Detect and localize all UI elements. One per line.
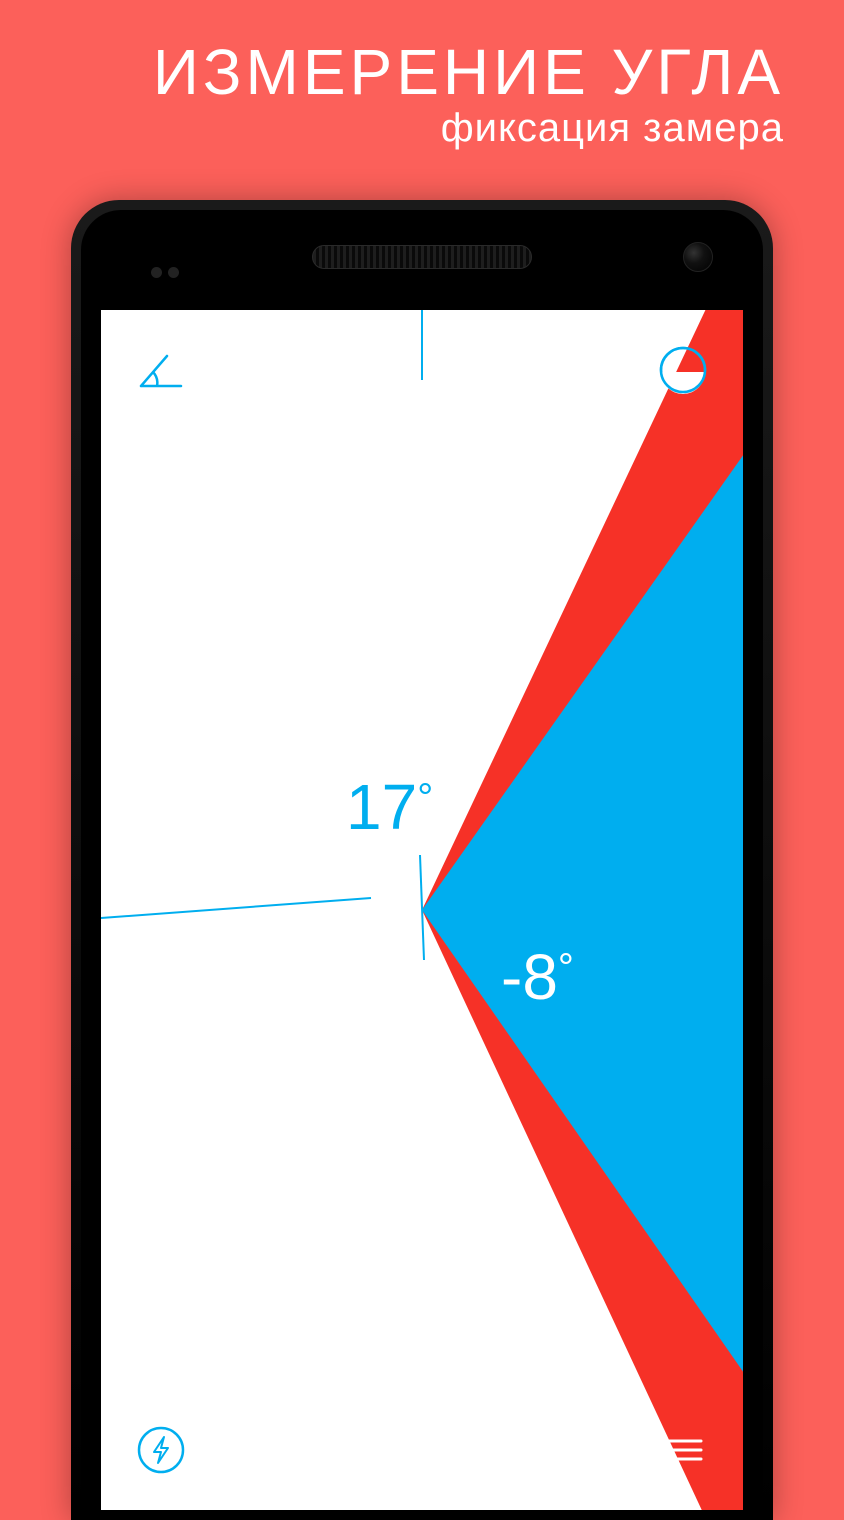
degree-symbol: ° [558,946,574,990]
level-visualization [101,310,743,1510]
bubble-level-icon [658,345,708,395]
secondary-angle-value: -8° [501,940,574,1014]
promo-subtitle: фиксация замера [0,106,784,151]
primary-angle-number: 17 [346,771,417,843]
menu-button[interactable] [653,1420,713,1480]
promo-text: ИЗМЕРЕНИЕ УГЛА фиксация замера [0,0,844,151]
flash-icon [136,1425,186,1475]
primary-angle-value: 17° [346,770,433,844]
speaker-grille [312,245,532,269]
app-screen[interactable]: 17° -8° [101,310,743,1510]
sensor-dots [151,265,185,283]
angle-icon [137,350,185,390]
front-camera [683,242,713,272]
angle-mode-button[interactable] [131,340,191,400]
phone-inner: 17° -8° [81,210,763,1510]
phone-frame: 17° -8° [71,200,773,1520]
bubble-level-button[interactable] [653,340,713,400]
menu-icon [663,1435,703,1465]
flash-button[interactable] [131,1420,191,1480]
secondary-angle-number: -8 [501,941,558,1013]
degree-symbol: ° [417,776,433,820]
phone-top-bar [81,210,763,310]
promo-title: ИЗМЕРЕНИЕ УГЛА [0,40,784,104]
